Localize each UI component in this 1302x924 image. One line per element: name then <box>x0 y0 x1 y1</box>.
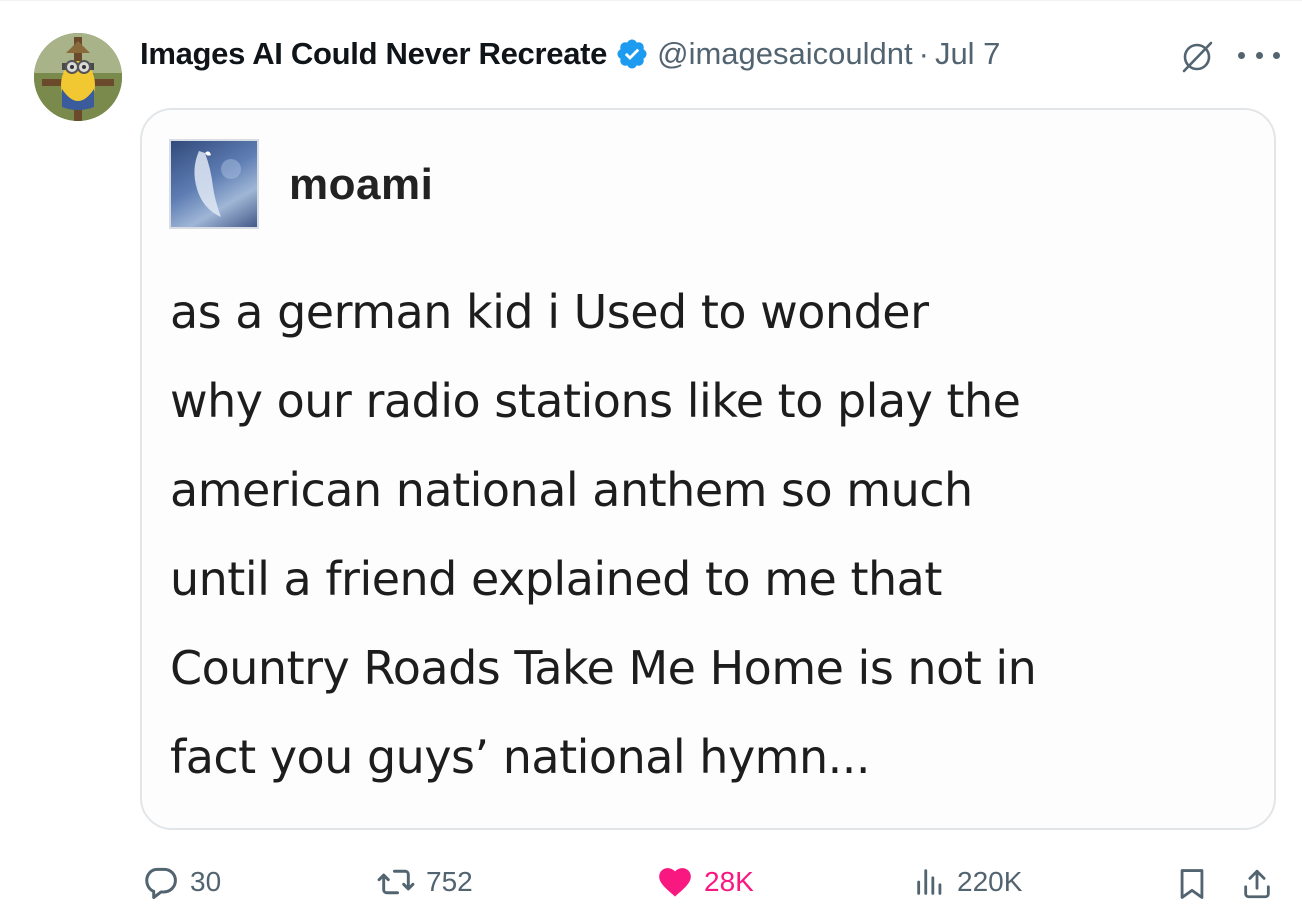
quoted-author-name: moami <box>289 160 434 209</box>
whale-image <box>194 151 241 217</box>
text-line: fact you guys’ national hymn... <box>170 730 871 784</box>
quoted-post-text: as a german kid i Used to wonder why our… <box>170 268 1250 802</box>
text-line: american national anthem so much <box>170 463 973 517</box>
verified-badge-icon[interactable] <box>615 37 649 71</box>
repost-button[interactable]: 752 <box>376 862 473 902</box>
text-line: as a german kid i Used to wonder <box>170 285 929 339</box>
like-count: 28K <box>704 866 754 897</box>
post-image-card[interactable]: moami as a german kid i Used to wonder w… <box>140 108 1276 830</box>
share-icon[interactable] <box>1240 866 1274 907</box>
top-divider <box>0 0 1302 1</box>
text-line: Country Roads Take Me Home is not in <box>170 641 1037 695</box>
like-button[interactable]: 28K <box>656 862 754 902</box>
header-separator: · <box>918 36 929 71</box>
post-date[interactable]: Jul 7 <box>935 36 1000 72</box>
bookmark-icon[interactable] <box>1176 867 1208 906</box>
repost-count: 752 <box>426 866 473 897</box>
post-header: Images AI Could Never Recreate @imagesai… <box>140 30 1000 78</box>
grok-icon[interactable] <box>1180 40 1214 74</box>
display-name[interactable]: Images AI Could Never Recreate <box>140 36 607 72</box>
reply-count: 30 <box>190 866 222 897</box>
reply-icon <box>145 867 177 900</box>
reply-button[interactable]: 30 <box>142 862 221 902</box>
author-handle[interactable]: @imagesaicouldnt <box>657 36 913 72</box>
repost-icon <box>377 869 415 895</box>
view-count: 220K <box>957 866 1023 897</box>
author-avatar[interactable] <box>34 33 122 121</box>
heart-icon <box>659 868 691 897</box>
text-line: why our radio stations like to play the <box>170 374 1021 428</box>
action-bar: 30 752 28K 220K <box>0 862 1302 902</box>
more-options-icon[interactable] <box>1238 40 1280 70</box>
quoted-author-avatar <box>169 139 259 229</box>
minion-scarecrow-image <box>34 33 122 121</box>
views-button[interactable]: 220K <box>913 862 1022 902</box>
text-line: until a friend explained to me that <box>170 552 942 606</box>
views-icon <box>917 869 942 895</box>
